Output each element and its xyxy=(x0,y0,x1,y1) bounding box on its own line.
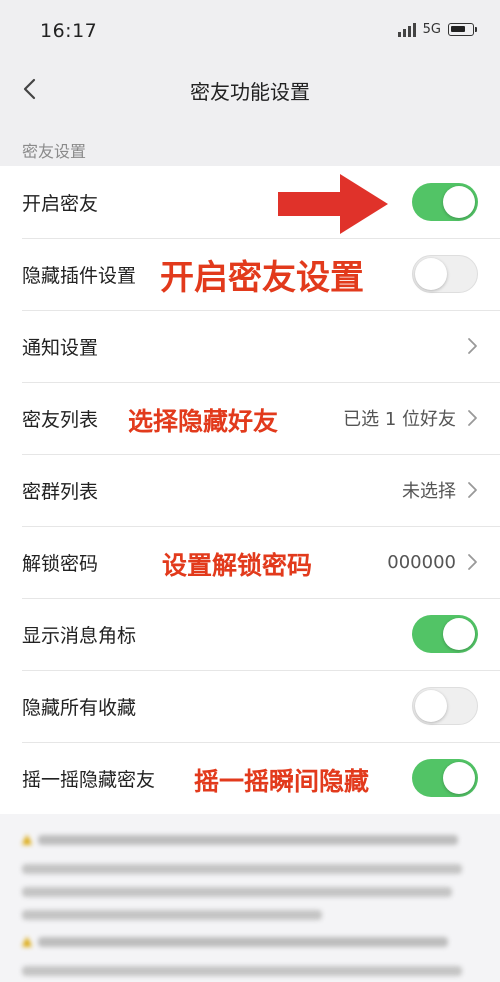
status-bar: 16:17 5G xyxy=(0,0,500,64)
section-label: 密友设置 xyxy=(22,142,87,161)
red-arrow-icon xyxy=(278,174,388,234)
blurred-text: ▲ ▲ xyxy=(0,814,500,982)
nav-bar: 密友功能设置 xyxy=(0,64,500,114)
row-label: 密群列表 xyxy=(22,480,99,503)
friend-list-value: 已选 1 位好友 xyxy=(343,409,456,430)
hide-favorites-toggle[interactable] xyxy=(412,687,478,725)
row-label: 摇一摇隐藏密友 xyxy=(22,768,156,791)
hide-plugin-toggle[interactable] xyxy=(412,255,478,293)
row-group-list[interactable]: 密群列表 未选择 xyxy=(0,454,500,526)
warning-icon: ▲ xyxy=(22,832,32,847)
row-enable-friends[interactable]: 开启密友 xyxy=(0,166,500,238)
row-label: 隐藏插件设置 xyxy=(22,264,137,287)
row-label: 解锁密码 xyxy=(22,552,99,575)
chevron-right-icon xyxy=(468,338,477,354)
signal-icon xyxy=(397,22,416,37)
annotation-shake-hide: 摇一摇瞬间隐藏 xyxy=(194,767,370,796)
chevron-right-icon xyxy=(468,554,477,570)
chevron-right-icon xyxy=(468,482,477,498)
row-label: 开启密友 xyxy=(22,192,99,215)
row-show-badge[interactable]: 显示消息角标 xyxy=(0,598,500,670)
enable-friends-toggle[interactable] xyxy=(412,183,478,221)
status-time: 16:17 xyxy=(40,20,98,42)
row-label: 隐藏所有收藏 xyxy=(22,696,137,719)
shake-hide-toggle[interactable] xyxy=(412,759,478,797)
blurred-footer-notice: ▲ ▲ xyxy=(0,814,500,982)
show-badge-toggle[interactable] xyxy=(412,615,478,653)
network-label: 5G xyxy=(422,22,441,37)
warning-icon: ▲ xyxy=(22,934,32,949)
battery-icon xyxy=(448,23,477,36)
annotation-set-password: 设置解锁密码 xyxy=(162,551,313,580)
row-label: 通知设置 xyxy=(22,336,99,359)
annotation-choose-hidden: 选择隐藏好友 xyxy=(128,407,279,436)
row-label: 密友列表 xyxy=(22,408,99,431)
row-hide-favorites[interactable]: 隐藏所有收藏 xyxy=(0,670,500,742)
chevron-right-icon xyxy=(468,410,477,426)
row-notification-settings[interactable]: 通知设置 xyxy=(0,310,500,382)
group-list-value: 未选择 xyxy=(402,481,456,502)
row-label: 显示消息角标 xyxy=(22,624,137,647)
page-title: 密友功能设置 xyxy=(190,80,310,104)
annotation-enable-settings: 开启密友设置 xyxy=(160,258,364,298)
status-icons: 5G xyxy=(397,22,477,37)
unlock-password-value: 000000 xyxy=(387,551,456,573)
